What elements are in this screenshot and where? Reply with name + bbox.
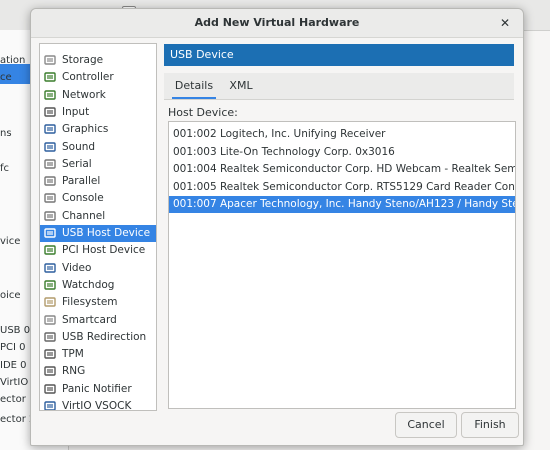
hardware-item-rng[interactable]: RNG [40,363,156,380]
hardware-item-label: Filesystem [62,296,118,309]
detail-tabs: Details XML [164,73,514,100]
vsock-icon [44,400,56,410]
console-icon [44,192,56,204]
watchdog-icon [44,279,56,291]
hardware-item-label: TPM [62,348,84,361]
hardware-item-sound[interactable]: Sound [40,139,156,156]
hardware-item-label: Smartcard [62,313,117,326]
parallel-icon [44,175,56,187]
hardware-item-label: Parallel [62,175,101,188]
host-device-list: 001:002 Logitech, Inc. Unifying Receiver… [168,121,516,409]
tab-xml[interactable]: XML [226,73,256,99]
tpm-icon [44,348,56,360]
hardware-item-label: Input [62,105,90,118]
hardware-item-label: Controller [62,71,114,84]
hardware-item-label: VirtIO VSOCK [62,400,132,411]
hardware-item-label: Channel [62,209,106,222]
speaker-icon [44,141,56,153]
dialog-titlebar: Add New Virtual Hardware ✕ [31,9,523,38]
rng-icon [44,365,56,377]
hardware-item-tpm[interactable]: TPM [40,346,156,363]
cancel-button[interactable]: Cancel [395,412,457,438]
parent-sidebar-item[interactable]: IDE 0 [0,360,27,371]
device-row[interactable]: 001:002 Logitech, Inc. Unifying Receiver [169,126,515,143]
video-icon [44,262,56,274]
hardware-item-filesystem[interactable]: Filesystem [40,294,156,311]
device-row[interactable]: 001:004 Realtek Semiconductor Corp. HD W… [169,161,515,178]
hardware-item-virtio-vsock[interactable]: VirtIO VSOCK [40,398,156,411]
usb-icon [44,227,56,239]
tab-details[interactable]: Details [172,73,216,99]
hardware-item-controller[interactable]: Controller [40,69,156,86]
hardware-item-label: Watchdog [62,278,115,291]
parent-sidebar-item[interactable]: ce [0,72,12,83]
hardware-item-label: Storage [62,54,104,66]
hardware-item-label: Video [62,261,92,274]
network-icon [44,89,56,101]
hardware-item-console[interactable]: Console [40,190,156,207]
parent-sidebar-item[interactable]: PCI 0 [0,342,26,353]
hardware-item-pci-host-device[interactable]: PCI Host Device [40,242,156,259]
hardware-item-label: USB Host Device [62,227,151,239]
device-row[interactable]: 001:007 Apacer Technology, Inc. Handy St… [169,196,515,213]
usb-redirection-icon [44,331,56,343]
hardware-item-video[interactable]: Video [40,260,156,277]
hardware-item-label: Network [62,88,106,101]
parent-sidebar-item[interactable]: fc [0,163,9,174]
pci-icon [44,244,56,256]
hardware-item-label: USB Redirection [62,330,147,343]
hardware-item-network[interactable]: Network [40,87,156,104]
hardware-item-usb-redirection[interactable]: USB Redirection [40,329,156,346]
panic-icon [44,383,56,395]
hardware-item-label: Sound [62,140,96,153]
hardware-item-channel[interactable]: Channel [40,208,156,225]
hardware-item-graphics[interactable]: Graphics [40,121,156,138]
parent-sidebar-item[interactable]: ns [0,128,12,139]
hardware-item-label: RNG [62,365,86,378]
hardware-item-label: PCI Host Device [62,244,146,257]
hardware-item-panic-notifier[interactable]: Panic Notifier [40,381,156,398]
hardware-item-input[interactable]: Input [40,104,156,121]
channel-icon [44,210,56,222]
smartcard-icon [44,314,56,326]
dialog-title: Add New Virtual Hardware [194,16,360,29]
add-hardware-dialog: Add New Virtual Hardware ✕ Storage Contro… [30,8,524,446]
mouse-icon [44,106,56,118]
parent-sidebar-item[interactable]: ation [0,55,25,66]
parent-sidebar-item[interactable]: vice [0,236,20,247]
device-row[interactable]: 001:005 Realtek Semiconductor Corp. RTS5… [169,179,515,196]
close-icon[interactable]: ✕ [497,15,513,31]
finish-button[interactable]: Finish [461,412,519,438]
hardware-item-label: Console [62,192,104,205]
parent-sidebar-item[interactable]: oice [0,290,21,301]
hardware-item-serial[interactable]: Serial [40,156,156,173]
hardware-item-label: Panic Notifier [62,382,132,395]
hardware-item-label: Serial [62,157,92,170]
hardware-type-list: Storage Controller Network Input Graphics Sou… [39,43,157,411]
hardware-item-usb-host-device[interactable]: USB Host Device [40,225,156,242]
hardware-item-label: Graphics [62,123,109,136]
hardware-item-watchdog[interactable]: Watchdog [40,277,156,294]
serial-icon [44,158,56,170]
controller-icon [44,71,56,83]
device-type-header: USB Device [164,44,514,66]
storage-icon [44,54,56,66]
hardware-item-smartcard[interactable]: Smartcard [40,312,156,329]
hardware-item-storage[interactable]: Storage [40,52,156,69]
monitor-icon [44,123,56,135]
host-device-label: Host Device: [168,106,238,119]
hardware-item-parallel[interactable]: Parallel [40,173,156,190]
device-row[interactable]: 001:003 Lite-On Technology Corp. 0x3016 [169,144,515,161]
parent-sidebar-item[interactable]: USB 0 [0,325,30,336]
folder-icon [44,296,56,308]
